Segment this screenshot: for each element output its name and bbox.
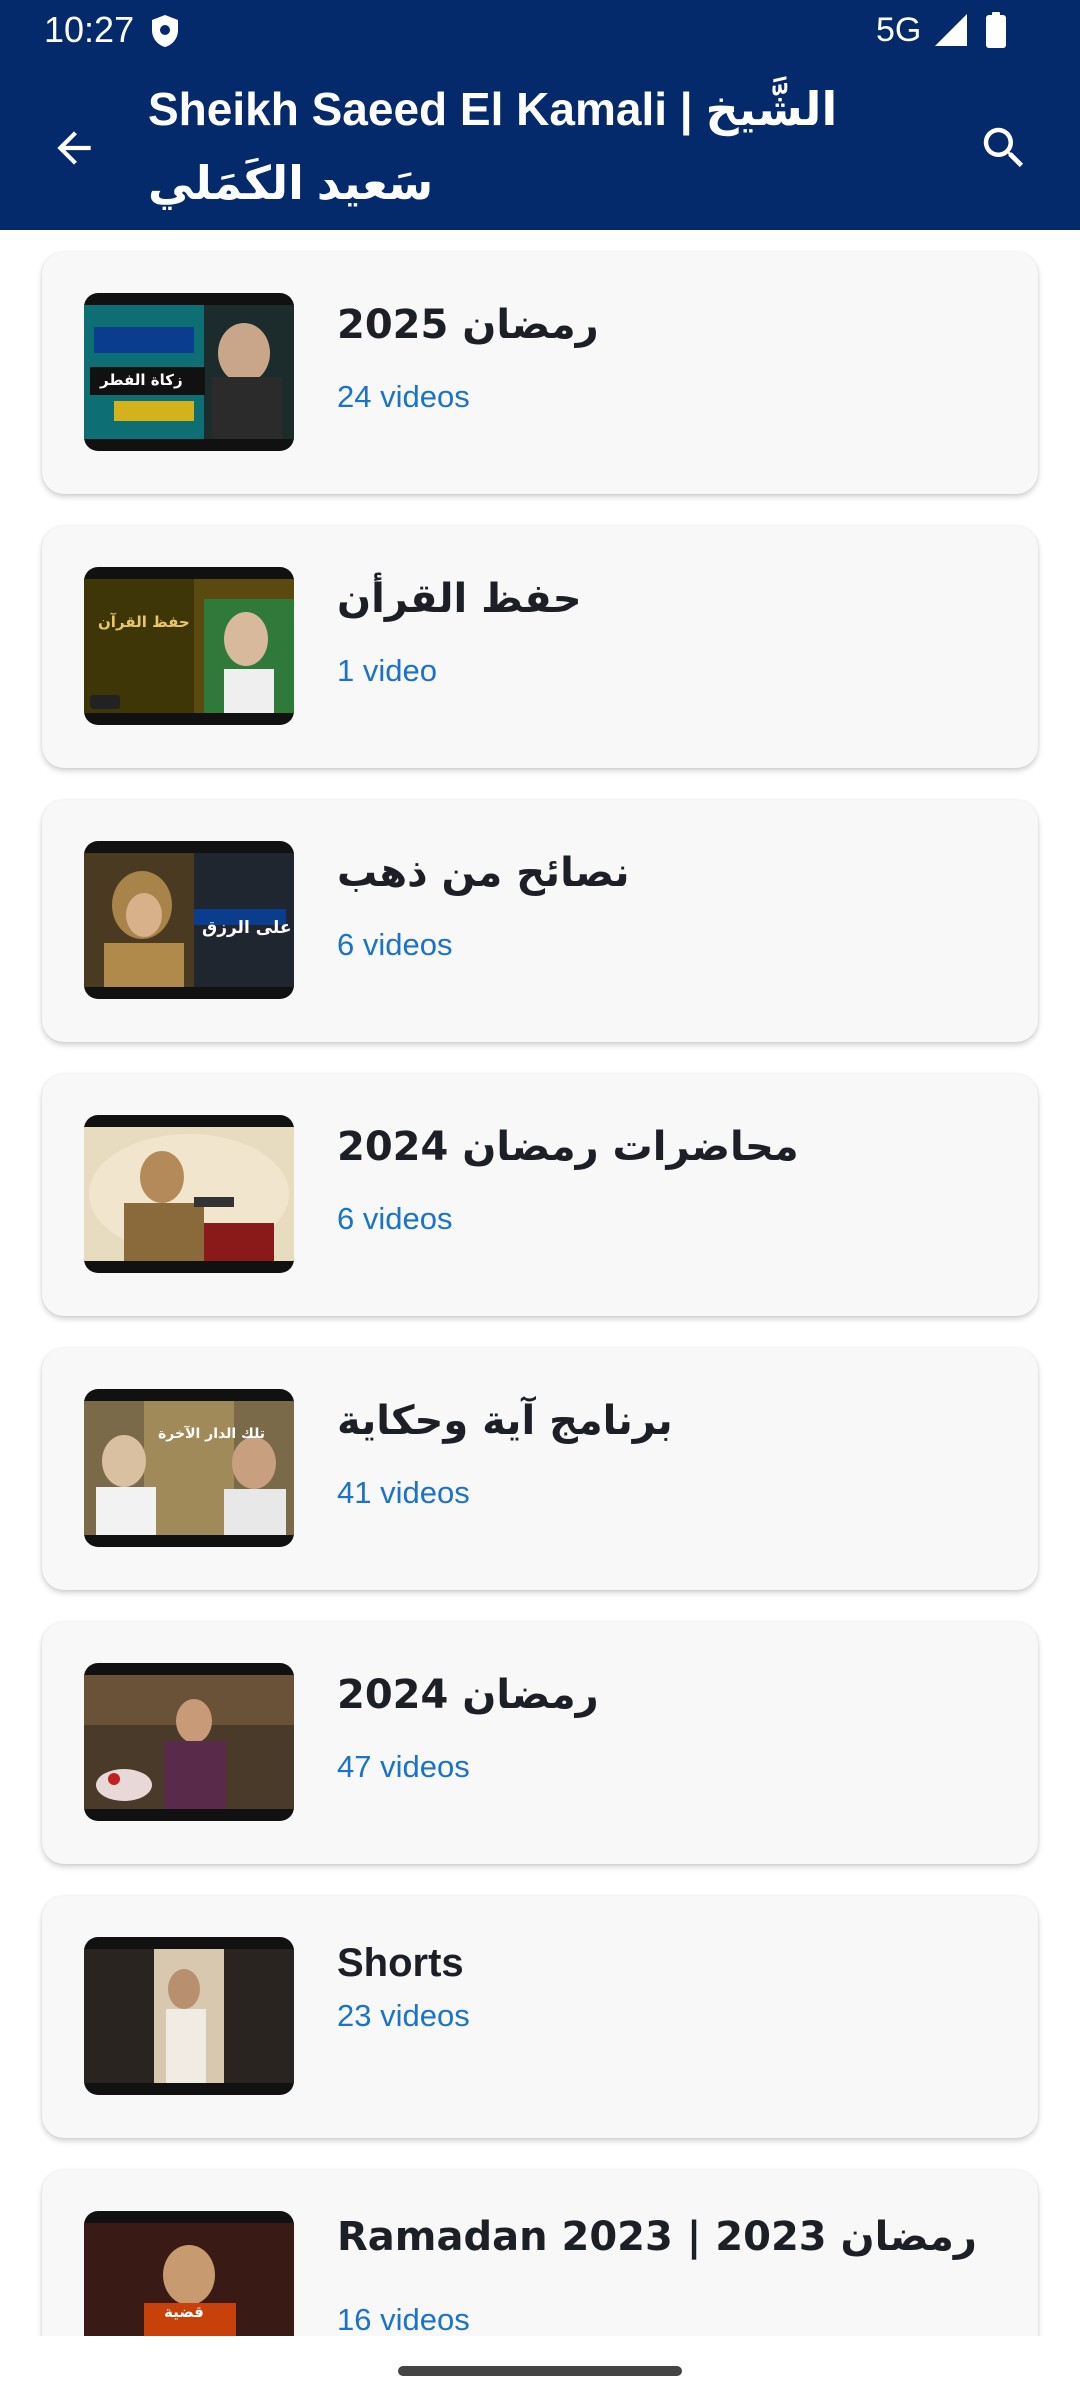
playlist-video-count: 16 videos xyxy=(337,2302,470,2336)
status-bar: 10:27 5G xyxy=(0,0,1080,60)
playlist-card[interactable]: حفظ القرآن حفظ القرأن 1 video xyxy=(42,526,1038,768)
battery-icon xyxy=(986,12,1006,48)
playlist-video-count: 41 videos xyxy=(337,1475,470,1510)
signal-icon xyxy=(935,14,967,46)
back-button[interactable] xyxy=(36,110,112,186)
playlist-thumbnail xyxy=(84,1115,294,1273)
playlist-title: Shorts xyxy=(337,1941,464,1985)
playlist-thumbnail: زكاة الفطر xyxy=(84,293,294,451)
app-bar: Sheikh Saeed El Kamali | الشَّيخ سَعيد ا… xyxy=(0,60,1080,230)
playlist-thumbnail: حفظ القرآن xyxy=(84,567,294,725)
playlist-thumbnail: قضية xyxy=(84,2211,294,2336)
playlist-video-count: 1 video xyxy=(337,653,437,688)
top-app-area: 10:27 5G Sheikh Saeed El Kamali | الشَّي… xyxy=(0,0,1080,230)
playlist-card[interactable]: قضية Ramadan 2023 | رمضان 2023 16 videos xyxy=(42,2170,1038,2336)
playlist-title: برنامج آية وحكاية xyxy=(337,1398,673,1444)
playlist-title: رمضان 2025 xyxy=(337,302,599,348)
playlist-thumbnail xyxy=(84,1937,294,2095)
playlist-title: حفظ القرأن xyxy=(337,576,582,622)
page-title: Sheikh Saeed El Kamali | الشَّيخ سَعيد ا… xyxy=(148,83,838,209)
playlist-card[interactable]: Shorts 23 videos xyxy=(42,1896,1038,2138)
playlist-video-count: 47 videos xyxy=(337,1749,470,1784)
thumbnail-caption: على الرزق xyxy=(202,918,292,938)
playlist-thumbnail: تلك الدار الآخرة xyxy=(84,1389,294,1547)
status-time: 10:27 xyxy=(44,9,135,50)
playlist-thumbnail: على الرزق xyxy=(84,841,294,999)
playlist-card[interactable]: تلك الدار الآخرة برنامج آية وحكاية 41 vi… xyxy=(42,1348,1038,1590)
search-icon xyxy=(983,127,1024,168)
playlist-card[interactable]: زكاة الفطر رمضان 2025 24 videos xyxy=(42,252,1038,494)
navigation-gesture-area xyxy=(0,2336,1080,2400)
gesture-handle[interactable] xyxy=(398,2366,682,2376)
playlist-video-count: 6 videos xyxy=(337,1201,453,1236)
thumbnail-caption: حفظ القرآن xyxy=(98,613,190,631)
search-button[interactable] xyxy=(966,110,1042,186)
playlist-video-count: 24 videos xyxy=(337,379,470,414)
playlist-card[interactable]: رمضان 2024 47 videos xyxy=(42,1622,1038,1864)
network-type: 5G xyxy=(876,11,922,49)
playlist-card[interactable]: على الرزق نصائح من ذهب 6 videos xyxy=(42,800,1038,1042)
playlist-thumbnail xyxy=(84,1663,294,1821)
playlist-video-count: 23 videos xyxy=(337,1998,470,2033)
thumbnail-caption: قضية xyxy=(164,2303,204,2321)
playlist-title: نصائح من ذهب xyxy=(337,850,630,896)
playlist-title: محاضرات رمضان 2024 xyxy=(337,1124,799,1170)
arrow-back-icon xyxy=(57,131,91,165)
playlist-card[interactable]: محاضرات رمضان 2024 6 videos xyxy=(42,1074,1038,1316)
playlist-title: رمضان 2024 xyxy=(337,1672,599,1718)
thumbnail-caption: تلك الدار الآخرة xyxy=(158,1426,266,1442)
playlist-title: Ramadan 2023 | رمضان 2023 xyxy=(337,2214,977,2260)
playlist-list[interactable]: زكاة الفطر رمضان 2025 24 videos حفظ القر… xyxy=(0,230,1080,2336)
thumbnail-caption: زكاة الفطر xyxy=(100,371,183,389)
shield-icon xyxy=(152,15,178,47)
playlist-video-count: 6 videos xyxy=(337,927,453,962)
